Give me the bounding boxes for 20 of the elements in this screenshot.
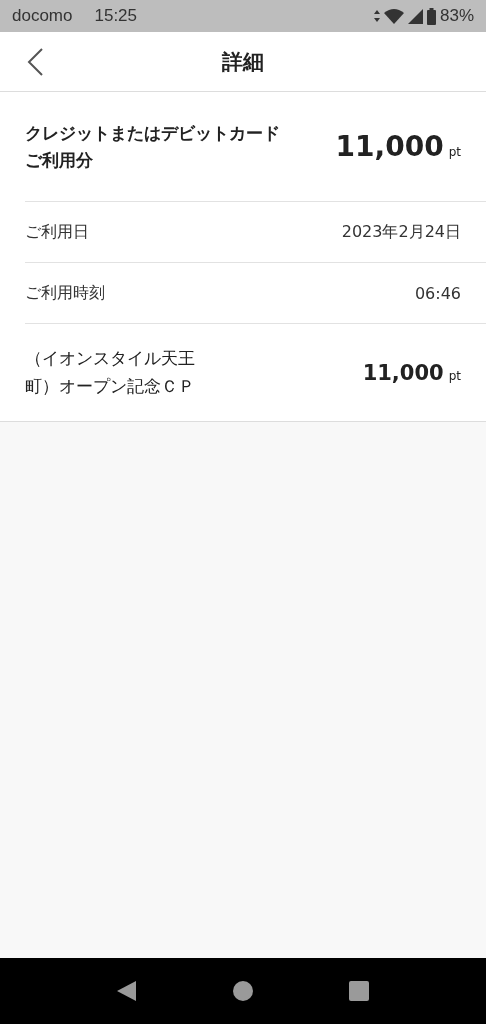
field-value: 2023年2月24日 xyxy=(341,221,461,243)
signal-icon xyxy=(407,8,423,24)
clock-time: 15:25 xyxy=(94,6,138,26)
wifi-icon xyxy=(383,8,404,24)
points-amount: 11,000 xyxy=(362,360,444,385)
data-arrows-icon xyxy=(373,10,380,22)
points-unit: pt xyxy=(448,145,461,159)
summary-label: クレジットまたはデビットカードご利用分 xyxy=(25,122,280,172)
carrier-name: docomo xyxy=(12,6,73,26)
battery-icon xyxy=(426,7,436,25)
page-title: 詳細 xyxy=(222,48,264,76)
back-nav-icon[interactable] xyxy=(117,980,137,1002)
points-unit: pt xyxy=(448,368,461,383)
home-nav-icon[interactable] xyxy=(233,981,253,1001)
battery-percent: 83% xyxy=(439,6,474,26)
points-amount: 11,000 xyxy=(335,130,444,163)
field-label: ご利用日 xyxy=(25,221,89,244)
campaign-label: （イオンスタイル天王町）オープン記念ＣＰ xyxy=(25,347,195,398)
field-value: 06:46 xyxy=(414,283,461,303)
field-label: ご利用時刻 xyxy=(25,282,105,305)
